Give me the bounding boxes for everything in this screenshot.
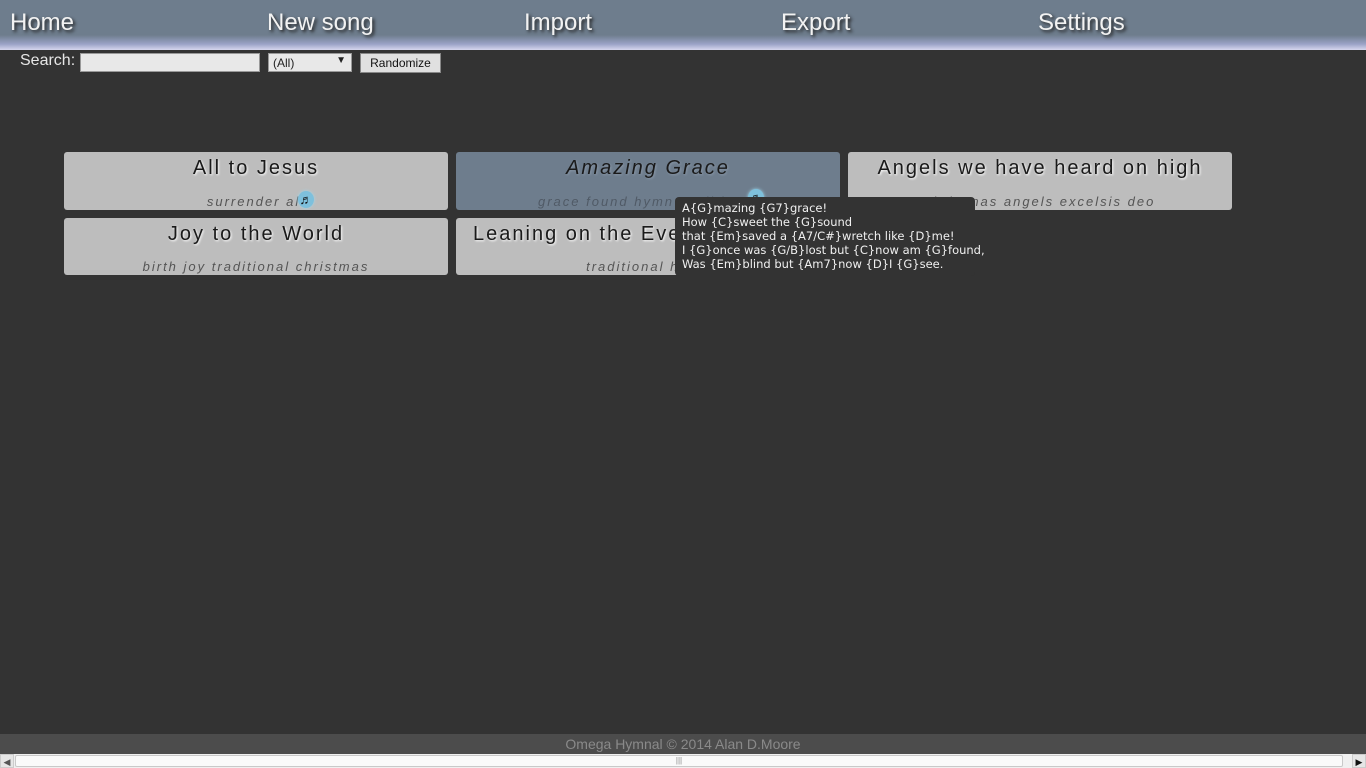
search-input[interactable]: [80, 53, 260, 72]
tooltip-line: Was {Em}blind but {Am7}now {D}I {G}see.: [682, 257, 944, 271]
category-select[interactable]: (All) ▼: [268, 53, 352, 72]
search-bar: Search: (All) ▼ Randomize: [20, 50, 450, 74]
tooltip-line: I {G}once was {G/B}lost but {C}now am {G…: [682, 243, 985, 257]
nav-new-song[interactable]: New song: [267, 8, 374, 38]
horizontal-scrollbar[interactable]: ◀ ||| ▶: [0, 754, 1366, 768]
nav-settings[interactable]: Settings: [1038, 8, 1125, 38]
song-card-all-to-jesus[interactable]: All to Jesus surrender all ♬: [64, 152, 448, 210]
nav-home[interactable]: Home: [10, 8, 74, 38]
tooltip-line: A{G}mazing {G7}grace!: [682, 201, 828, 215]
song-tags: surrender all: [206, 194, 306, 209]
chord-preview-tooltip: A{G}mazing {G7}grace! How {C}sweet the {…: [675, 197, 985, 276]
music-note-icon[interactable]: ♬: [298, 191, 314, 208]
search-label: Search:: [20, 52, 76, 69]
tooltip-line: that {Em}saved a {A7/C#}wretch like {D}m…: [682, 229, 955, 243]
song-title: All to Jesus: [192, 157, 320, 179]
song-card-joy-to-the-world[interactable]: Joy to the World birth joy traditional c…: [64, 218, 448, 275]
dropdown-arrow-icon: ▼: [336, 55, 346, 66]
scroll-left-arrow-icon[interactable]: ◀: [0, 754, 14, 768]
song-tags: birth joy traditional christmas: [142, 259, 370, 274]
randomize-button[interactable]: Randomize: [360, 53, 441, 73]
song-title: Angels we have heard on high: [877, 157, 1203, 179]
scroll-right-arrow-icon[interactable]: ▶: [1352, 754, 1366, 768]
scrollbar-thumb[interactable]: |||: [15, 755, 1343, 767]
song-title: Amazing Grace: [566, 157, 730, 179]
nav-export[interactable]: Export: [781, 8, 850, 38]
top-navbar: Home New song Import Export Settings: [0, 0, 1366, 50]
tooltip-line: How {C}sweet the {G}sound: [682, 215, 853, 229]
nav-import[interactable]: Import: [524, 8, 592, 38]
category-selected-value: (All): [273, 56, 295, 70]
song-title: Joy to the World: [167, 223, 345, 245]
footer-copyright: Omega Hymnal © 2014 Alan D.Moore: [0, 734, 1366, 754]
